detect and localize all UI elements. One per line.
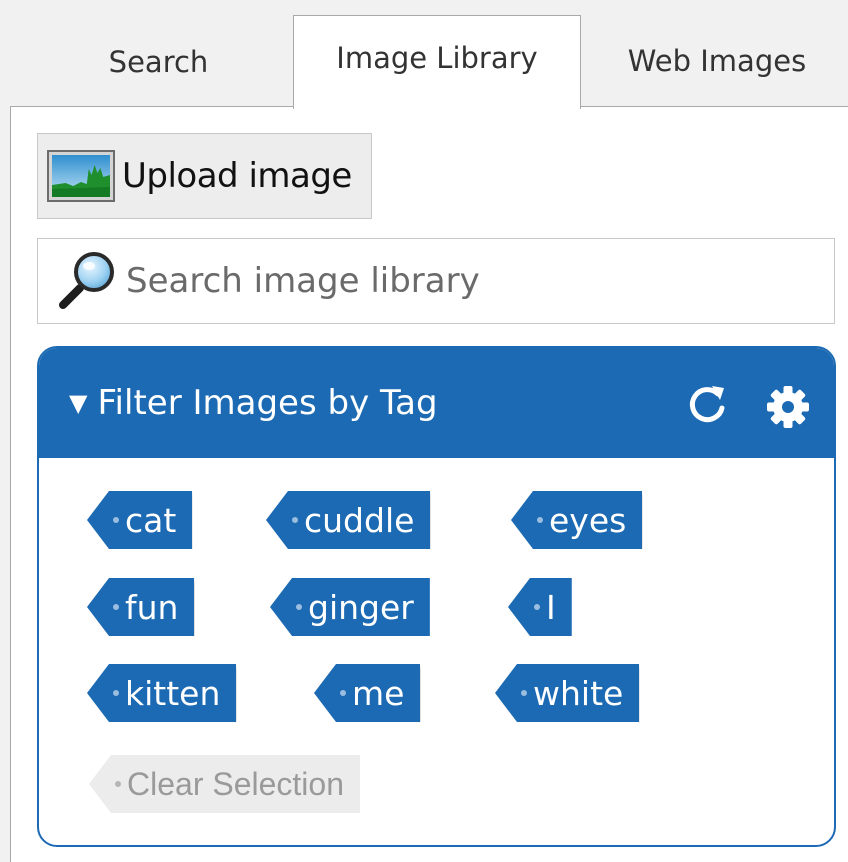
refresh-icon[interactable] xyxy=(684,382,730,428)
tag-eyes[interactable]: eyes xyxy=(511,491,643,549)
tab-web-images[interactable]: Web Images xyxy=(581,15,848,107)
tag-ginger[interactable]: ginger xyxy=(270,578,430,636)
tab-search-label: Search xyxy=(108,44,209,79)
caret-down-icon: ▼ xyxy=(69,389,88,417)
tag-filter-header: ▼ Filter Images by Tag xyxy=(39,348,834,458)
tag-fun[interactable]: fun xyxy=(87,578,195,636)
tag-filter-panel: ▼ Filter Images by Tag cat cuddle eyes f… xyxy=(37,346,836,847)
tag-white[interactable]: white xyxy=(495,664,640,722)
tab-web-images-label: Web Images xyxy=(627,43,807,78)
tag-filter-toggle[interactable]: ▼ Filter Images by Tag xyxy=(69,378,438,428)
tab-search[interactable]: Search xyxy=(10,15,293,107)
upload-image-button[interactable]: Upload image xyxy=(37,133,372,219)
tag-i[interactable]: I xyxy=(508,578,572,636)
tab-image-library[interactable]: Image Library xyxy=(293,15,581,109)
tab-image-library-label: Image Library xyxy=(336,41,538,75)
tag-cat[interactable]: cat xyxy=(87,491,193,549)
tab-bar: Search Image Library Web Images xyxy=(10,15,848,109)
image-icon xyxy=(47,150,115,202)
search-box xyxy=(37,238,835,324)
tag-cuddle[interactable]: cuddle xyxy=(266,491,431,549)
tag-kitten[interactable]: kitten xyxy=(87,664,237,722)
search-input[interactable] xyxy=(126,261,806,301)
tag-me[interactable]: me xyxy=(314,664,421,722)
tag-filter-title: Filter Images by Tag xyxy=(97,383,438,423)
upload-image-label: Upload image xyxy=(122,156,352,196)
gear-icon[interactable] xyxy=(765,384,811,430)
magnifier-icon xyxy=(54,248,120,314)
clear-selection-button[interactable]: Clear Selection xyxy=(89,755,360,813)
